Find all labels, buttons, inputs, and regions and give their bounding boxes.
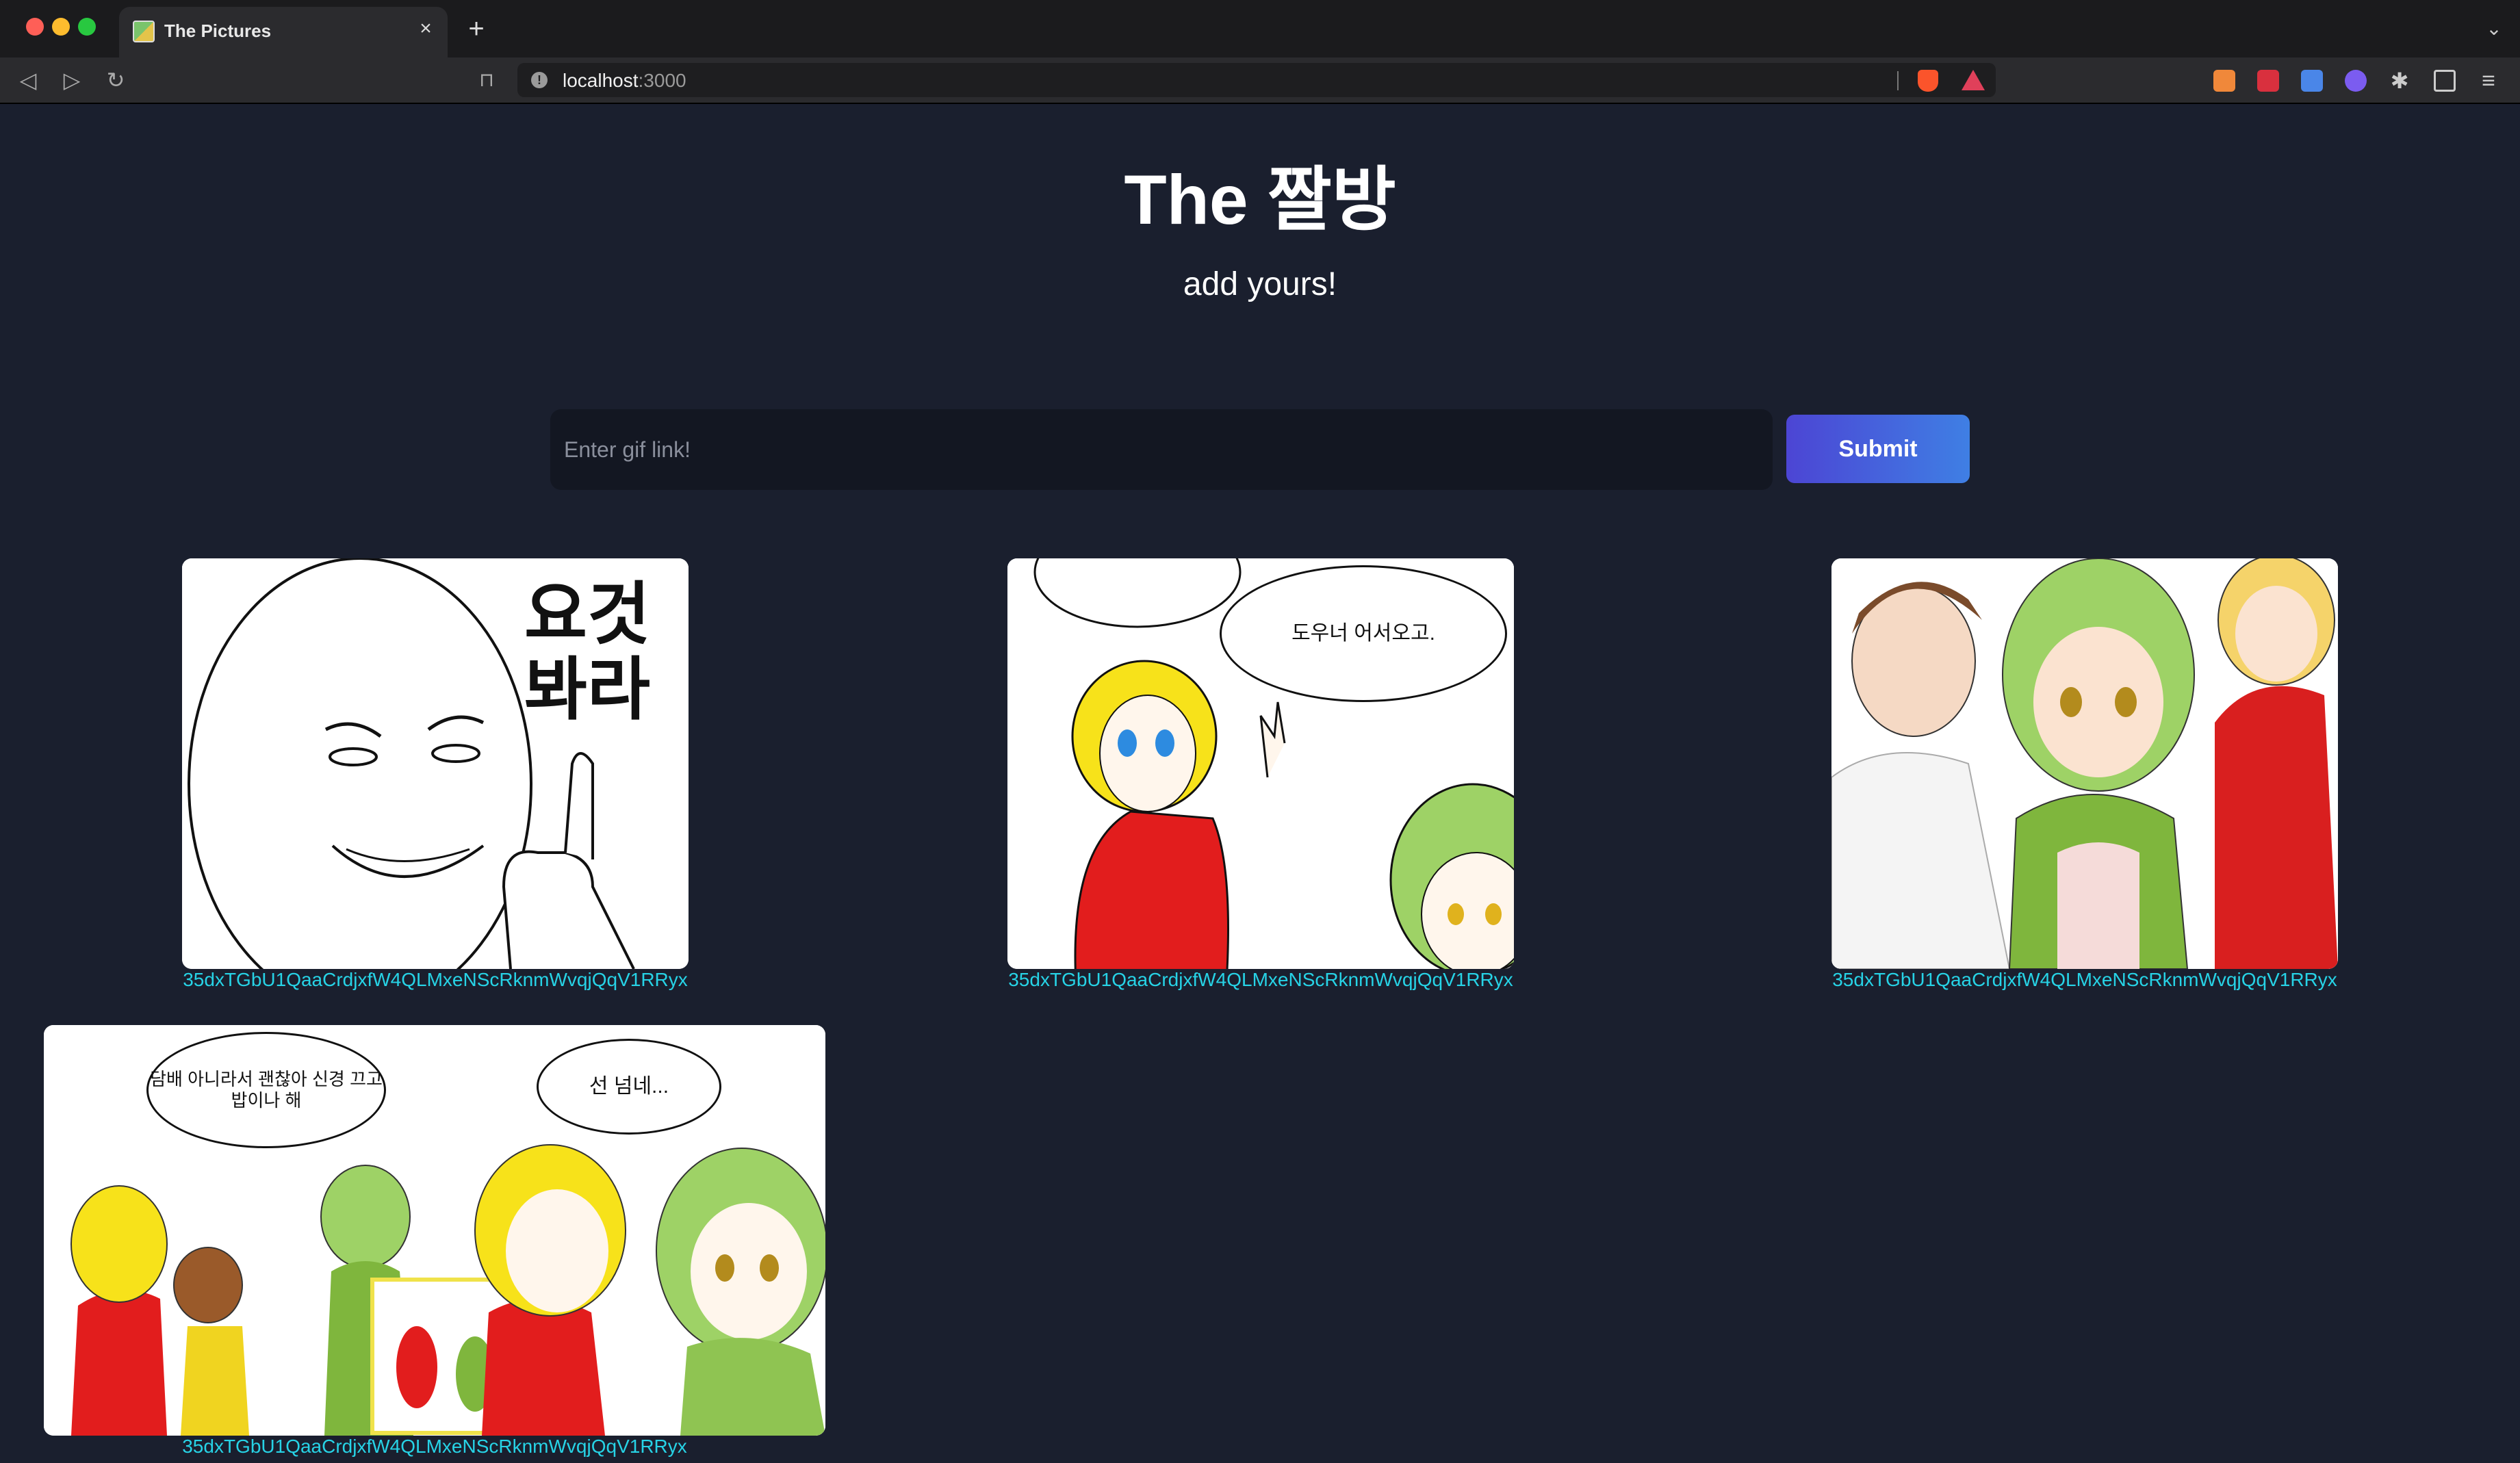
picture-icon (133, 21, 155, 42)
tab-strip: The Pictures × + ⌄ (0, 0, 2520, 59)
metamask-icon[interactable] (2213, 70, 2235, 92)
url-divider (1897, 71, 1899, 90)
brave-shields-icon[interactable] (1918, 70, 1938, 92)
extension-purple-icon[interactable] (2345, 70, 2367, 92)
puzzle-icon[interactable]: ✱ (2389, 70, 2410, 92)
url-host: localhost (563, 70, 639, 91)
new-tab-button[interactable]: + (461, 14, 491, 44)
speech-bubble-right: 선 넘네... (537, 1039, 721, 1135)
gif-card[interactable]: 35dxTGbU1QaaCrdjxfW4QLMxeNScRknmWvqjQqV1… (1831, 558, 2338, 996)
gif-image[interactable] (1831, 558, 2338, 969)
gif-card[interactable]: 도우너 어서오고. 35dxTGbU1QaaCrdjxfW4QLMxeNScRk… (1007, 558, 1514, 996)
gif-card[interactable]: 담배 아니라서 괜찮아 신경 끄고 밥이나 해 선 넘네... 35dxTGbU… (44, 1025, 825, 1463)
navigation-bar: ◁ ▷ ↻ ⊓ ! localhost:3000 ✱ ≡ (0, 57, 2520, 103)
submit-button[interactable]: Submit (1786, 415, 1970, 483)
bookmark-icon[interactable]: ⊓ (472, 66, 501, 94)
gif-caption: 35dxTGbU1QaaCrdjxfW4QLMxeNScRknmWvqjQqV1… (182, 1436, 687, 1457)
gif-image[interactable]: 담배 아니라서 괜찮아 신경 끄고 밥이나 해 선 넘네... (44, 1025, 825, 1436)
gif-image[interactable]: 요것 봐라 (182, 558, 689, 969)
menu-icon[interactable]: ≡ (2478, 69, 2499, 92)
speech-bubble: 도우너 어서오고. (1220, 565, 1507, 702)
gif-caption: 35dxTGbU1QaaCrdjxfW4QLMxeNScRknmWvqjQqV1… (1008, 969, 1513, 990)
gif-link-input[interactable] (550, 409, 1773, 490)
meme-text-line-2: 봐라 (524, 651, 650, 728)
info-icon[interactable]: ! (531, 72, 548, 88)
tab-the-pictures[interactable]: The Pictures × (119, 7, 448, 59)
page-subtitle: add yours! (1183, 266, 1337, 302)
chevron-down-icon[interactable]: ⌄ (2482, 16, 2506, 41)
address-bar[interactable]: ! localhost:3000 (517, 63, 1996, 97)
page-title: The 짤방 (1124, 161, 1396, 239)
close-window-button[interactable] (26, 18, 44, 36)
extension-red-icon[interactable] (2257, 70, 2279, 92)
gif-image[interactable]: 도우너 어서오고. (1007, 558, 1514, 969)
forward-button[interactable]: ▷ (57, 66, 86, 94)
close-icon[interactable]: × (413, 16, 438, 41)
gif-caption: 35dxTGbU1QaaCrdjxfW4QLMxeNScRknmWvqjQqV1… (183, 969, 688, 990)
brave-rewards-icon[interactable] (1962, 70, 1985, 90)
url-port: :3000 (638, 70, 686, 91)
tab-title: The Pictures (164, 21, 272, 41)
gif-card[interactable]: 요것 봐라 35dxTGbU1QaaCrdjxfW4QLMxeNScRknmWv… (182, 558, 689, 996)
back-button[interactable]: ◁ (14, 66, 42, 94)
browser-chrome: The Pictures × + ⌄ ◁ ▷ ↻ ⊓ ! localhost:3… (0, 0, 2520, 104)
minimize-window-button[interactable] (52, 18, 70, 36)
url-text: localhost:3000 (563, 70, 686, 92)
translate-icon[interactable] (2301, 70, 2323, 92)
speech-bubble-left: 담배 아니라서 괜찮아 신경 끄고 밥이나 해 (146, 1032, 386, 1148)
reload-button[interactable]: ↻ (101, 66, 130, 94)
comic-drawing (1831, 558, 2338, 969)
wallet-icon[interactable] (2434, 70, 2456, 92)
gif-caption: 35dxTGbU1QaaCrdjxfW4QLMxeNScRknmWvqjQqV1… (1832, 969, 2337, 990)
maximize-window-button[interactable] (78, 18, 96, 36)
